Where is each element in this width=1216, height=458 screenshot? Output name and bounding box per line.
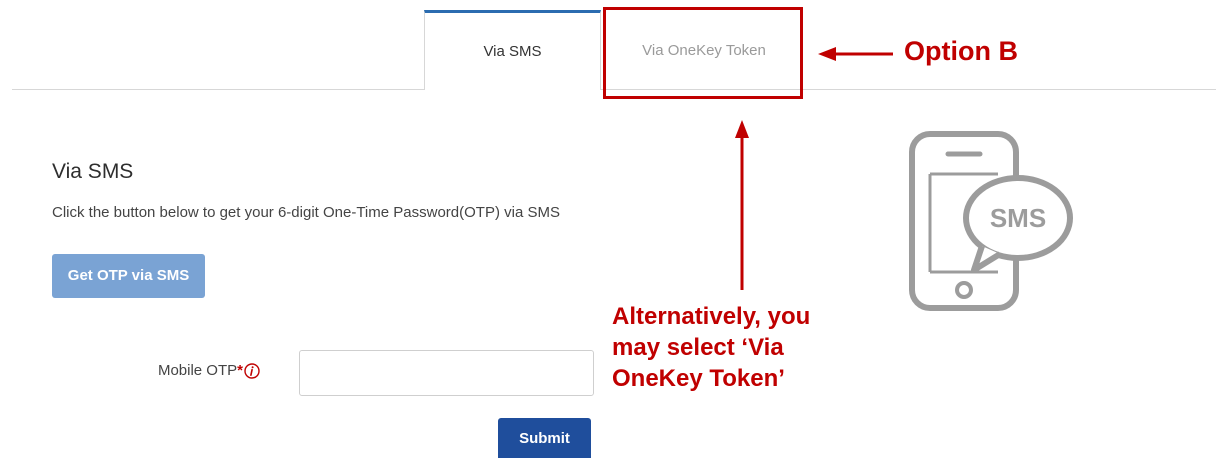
instructions-text: Click the button below to get your 6-dig… (52, 204, 560, 221)
mobile-otp-label: Mobile OTP* (112, 362, 260, 379)
info-icon[interactable] (244, 363, 260, 379)
tab-via-sms[interactable]: Via SMS (424, 10, 601, 90)
alternative-note-line1: Alternatively, you (612, 303, 811, 330)
alternative-note-line3: OneKey Token’ (612, 365, 785, 392)
tab-via-sms-label: Via SMS (483, 43, 542, 60)
required-marker: * (237, 362, 243, 379)
option-b-arrowhead (818, 47, 836, 61)
tab-via-onekey-token[interactable]: Via OneKey Token (601, 10, 807, 90)
sms-bubble-text: SMS (990, 203, 1046, 233)
alternative-note: Alternatively, you may select ‘Via OneKe… (612, 301, 892, 394)
alternative-note-line2: may select ‘Via (612, 334, 784, 361)
mobile-otp-label-text: Mobile OTP (157, 362, 238, 379)
section-title: Via SMS (52, 160, 134, 183)
mobile-otp-input[interactable] (299, 350, 594, 396)
option-b-label: Option B (904, 36, 1018, 66)
tab-via-onekey-token-label: Via OneKey Token (642, 41, 766, 59)
submit-button[interactable]: Submit (498, 418, 591, 458)
phone-sms-icon: SMS (908, 130, 1078, 312)
get-otp-button[interactable]: Get OTP via SMS (52, 254, 205, 298)
alternative-arrowhead (735, 120, 749, 138)
